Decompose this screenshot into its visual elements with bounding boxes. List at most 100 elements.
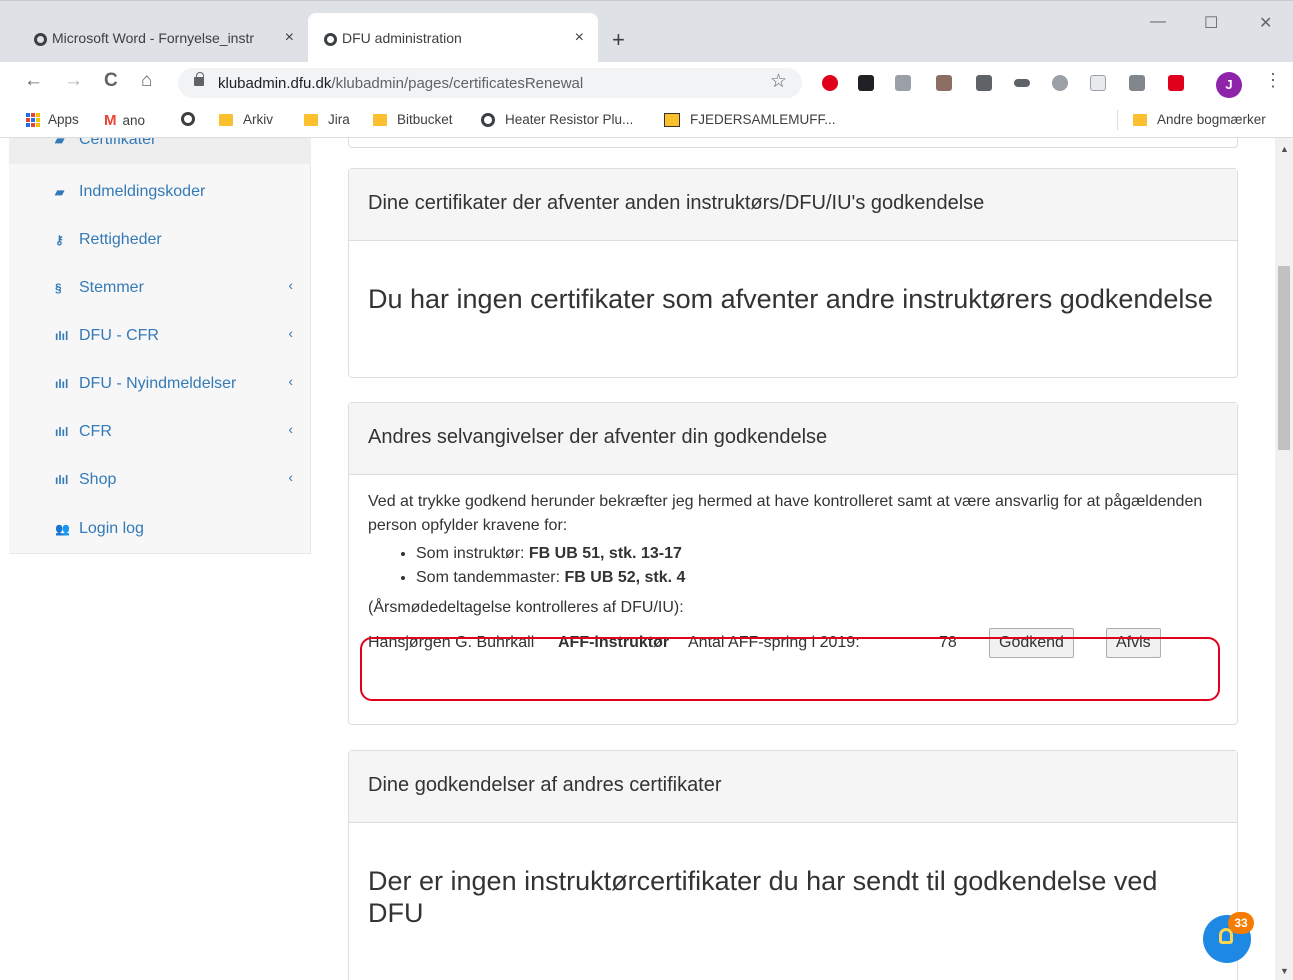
dropbox-extension-icon[interactable] [895, 75, 911, 91]
paint-extension-icon[interactable] [936, 75, 952, 91]
highlight-annotation [360, 637, 1220, 701]
bookmark-heater-resistor[interactable]: Heater Resistor Plu... [481, 112, 633, 127]
section-icon: § [55, 281, 62, 295]
page-content: ▰ Certifikater ▰ Indmeldingskoder ⚷ Rett… [0, 138, 1293, 980]
bar-chart-icon: ılıl [55, 377, 69, 391]
bookmarks-divider [1117, 110, 1118, 130]
bookmark-globe[interactable] [181, 112, 205, 126]
empty-message: Du har ingen certifikater som afventer a… [368, 284, 1213, 314]
sidebar-item-login-log[interactable]: 👥 Login log [9, 505, 311, 553]
bookmarks-bar: Apps M ano Arkiv Jira Bitbucket Heater R… [0, 102, 1293, 138]
sidebar-item-label: Login log [79, 520, 144, 537]
panel-heading: Dine godkendelser af andres certifikater [349, 751, 1237, 823]
tab-title: Microsoft Word - Fornyelse_instr [52, 30, 255, 46]
back-button[interactable]: ← [24, 70, 43, 92]
key-icon: ⚷ [55, 233, 64, 247]
sidebar-item-indmeldingskoder[interactable]: ▰ Indmeldingskoder [9, 168, 311, 216]
sidebar: ▰ Certifikater ▰ Indmeldingskoder ⚷ Rett… [9, 138, 311, 554]
sidebar-item-label: Certifikater [79, 138, 157, 148]
close-window-button[interactable]: ✕ [1259, 13, 1272, 33]
scroll-down-arrow-icon[interactable]: ▼ [1280, 966, 1289, 976]
bar-chart-icon: ılıl [55, 329, 69, 343]
shield-extension-icon[interactable] [976, 75, 992, 91]
sidebar-item-certifikater[interactable]: ▰ Certifikater [9, 138, 311, 164]
panel-heading: Andres selvangivelser der afventer din g… [349, 403, 1237, 475]
bookmark-jira[interactable]: Jira [304, 112, 350, 127]
meeting-note: (Årsmødedeltagelse kontrolleres af DFU/I… [368, 599, 684, 616]
bookmark-other[interactable]: Andre bogmærker [1133, 112, 1266, 127]
new-tab-button[interactable]: + [612, 27, 625, 53]
sidebar-item-shop[interactable]: ılıl Shop ‹ [9, 456, 311, 504]
vivaldi-extension-icon[interactable] [858, 75, 874, 91]
folder-icon [219, 113, 233, 126]
scroll-thumb[interactable] [1278, 266, 1290, 450]
home-button[interactable]: ⌂ [141, 70, 152, 92]
sidebar-item-stemmer[interactable]: § Stemmer ‹ [9, 264, 311, 312]
tab-close-icon[interactable]: × [285, 29, 294, 47]
folder-icon [373, 113, 387, 126]
bookmark-apps[interactable]: Apps [26, 112, 79, 127]
main-content: Dine certifikater der afventer anden ins… [311, 138, 1275, 980]
minimize-button[interactable]: — [1150, 13, 1166, 31]
sidebar-item-label: Shop [79, 471, 117, 488]
book-icon: ▰ [55, 185, 65, 199]
sidebar-item-cfr[interactable]: ılıl CFR ‹ [9, 408, 311, 456]
window-extension-icon[interactable] [1090, 75, 1106, 91]
eye-extension-icon[interactable] [1014, 79, 1030, 87]
browser-menu-icon[interactable]: ⋮ [1264, 70, 1282, 91]
bar-chart-icon: ılıl [55, 473, 69, 487]
bookmark-arkiv[interactable]: Arkiv [219, 112, 273, 127]
tab-dfu-administration[interactable]: DFU administration × [308, 13, 598, 63]
sidebar-item-label: CFR [79, 423, 112, 440]
cube-extension-icon[interactable] [1052, 75, 1068, 91]
bookmark-star-icon[interactable]: ☆ [770, 70, 787, 93]
lock-icon [194, 72, 204, 86]
sidebar-item-label: Indmeldingskoder [79, 183, 206, 200]
tab-close-icon[interactable]: × [575, 29, 584, 47]
empty-message: Der er ingen instruktørcertifikater du h… [368, 866, 1158, 928]
sidebar-item-label: DFU - Nyindmeldelser [79, 375, 237, 392]
chevron-left-icon: ‹ [288, 277, 293, 293]
sidebar-item-dfu-cfr[interactable]: ılıl DFU - CFR ‹ [9, 312, 311, 360]
globe-icon [324, 33, 337, 46]
list-item: Som instruktør: FB UB 51, stk. 13-17 [416, 542, 1218, 566]
chevron-left-icon: ‹ [288, 325, 293, 341]
browser-toolbar: ← → C ⌂ klubadmin.dfu.dk/klubadmin/pages… [0, 62, 1293, 102]
sidebar-item-label: Stemmer [79, 279, 144, 296]
apps-grid-icon [26, 112, 40, 127]
maximize-button[interactable]: ☐ [1204, 13, 1218, 33]
certificate-icon: ▰ [55, 138, 65, 147]
globe-icon [481, 112, 495, 127]
tab-title: DFU administration [342, 30, 462, 46]
bookmark-gmail[interactable]: M ano [104, 112, 145, 129]
chevron-left-icon: ‹ [288, 469, 293, 485]
help-button[interactable]: 33 [1203, 912, 1254, 963]
sidebar-item-rettigheder[interactable]: ⚷ Rettigheder [9, 216, 311, 264]
chevron-left-icon: ‹ [288, 421, 293, 437]
panel-heading: Dine certifikater der afventer anden ins… [349, 169, 1237, 241]
folder-icon [304, 113, 318, 126]
address-bar[interactable]: klubadmin.dfu.dk/klubadmin/pages/certifi… [178, 68, 802, 98]
reload-button[interactable]: C [104, 70, 118, 92]
opera-extension-icon[interactable] [822, 75, 838, 91]
notification-badge: 33 [1228, 912, 1254, 934]
browser-tabstrip: Microsoft Word - Fornyelse_instr × DFU a… [0, 0, 1293, 63]
forward-button[interactable]: → [64, 70, 83, 92]
scroll-up-arrow-icon[interactable]: ▲ [1280, 144, 1289, 154]
sidebar-item-label: DFU - CFR [79, 327, 159, 344]
profile-avatar[interactable]: J [1216, 72, 1242, 98]
cast-extension-icon[interactable] [1129, 75, 1145, 91]
approval-intro: Ved at trykke godkend herunder bekræfter… [368, 493, 1203, 534]
bar-chart-icon: ılıl [55, 425, 69, 439]
bookmark-fjedersamlemuff[interactable]: FJEDERSAMLEMUFF... [664, 112, 836, 127]
tab-word-document[interactable]: Microsoft Word - Fornyelse_instr × [18, 13, 308, 63]
requirements-list: Som instruktør: FB UB 51, stk. 13-17 Som… [416, 542, 1218, 590]
gmail-icon: M [104, 112, 117, 129]
sidebar-item-dfu-nyindmeldelser[interactable]: ılıl DFU - Nyindmeldelser ‹ [9, 360, 311, 408]
page-scrollbar[interactable]: ▲ ▼ [1275, 138, 1293, 980]
users-icon: 👥 [55, 522, 70, 536]
bookmark-bitbucket[interactable]: Bitbucket [373, 112, 453, 127]
previous-panel-edge [348, 138, 1238, 148]
video-extension-icon[interactable] [1168, 75, 1184, 91]
list-item: Som tandemmaster: FB UB 52, stk. 4 [416, 566, 1218, 590]
